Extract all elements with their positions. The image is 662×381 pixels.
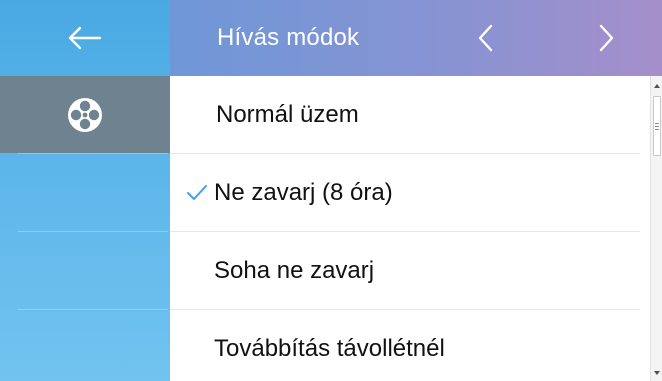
scroll-thumb[interactable]: [653, 96, 661, 156]
next-page-button[interactable]: [578, 0, 634, 76]
chevron-left-icon: [478, 24, 493, 52]
mode-option-label: Ne zavarj (8 óra): [214, 179, 393, 206]
mode-option-label: Soha ne zavarj: [214, 257, 375, 284]
page-title: Hívás módok: [217, 24, 360, 51]
sidebar: [0, 0, 170, 381]
sidebar-divider: [18, 309, 168, 310]
chevron-right-icon: [599, 24, 614, 52]
mode-option-never-disturb[interactable]: Soha ne zavarj: [170, 232, 650, 309]
scroll-up-arrow-icon[interactable]: [654, 84, 660, 88]
sidebar-item-call-modes[interactable]: [0, 76, 170, 153]
mode-option-label: Továbbítás távollétnél: [214, 335, 445, 362]
mode-option-do-not-disturb-8h[interactable]: Ne zavarj (8 óra): [170, 154, 650, 231]
mode-option-label: Normál üzem: [216, 101, 359, 128]
list-scrollbar[interactable]: [650, 76, 662, 381]
call-mode-list: Normál üzem Ne zavarj (8 óra) Soha ne za…: [170, 76, 650, 381]
grip-line: [655, 129, 659, 130]
back-button[interactable]: [0, 0, 170, 76]
sidebar-item-3[interactable]: [0, 232, 170, 309]
sidebar-item-2[interactable]: [0, 154, 170, 231]
scroll-down-arrow-icon[interactable]: [654, 371, 660, 375]
grip-line: [655, 126, 659, 127]
prev-page-button[interactable]: [458, 0, 514, 76]
mode-option-normal[interactable]: Normál üzem: [170, 76, 650, 153]
arrow-left-icon: [68, 26, 102, 50]
checkmark-icon: [186, 154, 208, 231]
reel-icon: [68, 97, 102, 132]
screen: Hívás módok Normál üzem Ne zavarj (8 óra…: [0, 0, 662, 381]
grip-line: [655, 123, 659, 124]
mode-option-forward-when-away[interactable]: Továbbítás távollétnél: [170, 310, 650, 381]
header-bar: Hívás módok: [170, 0, 662, 76]
